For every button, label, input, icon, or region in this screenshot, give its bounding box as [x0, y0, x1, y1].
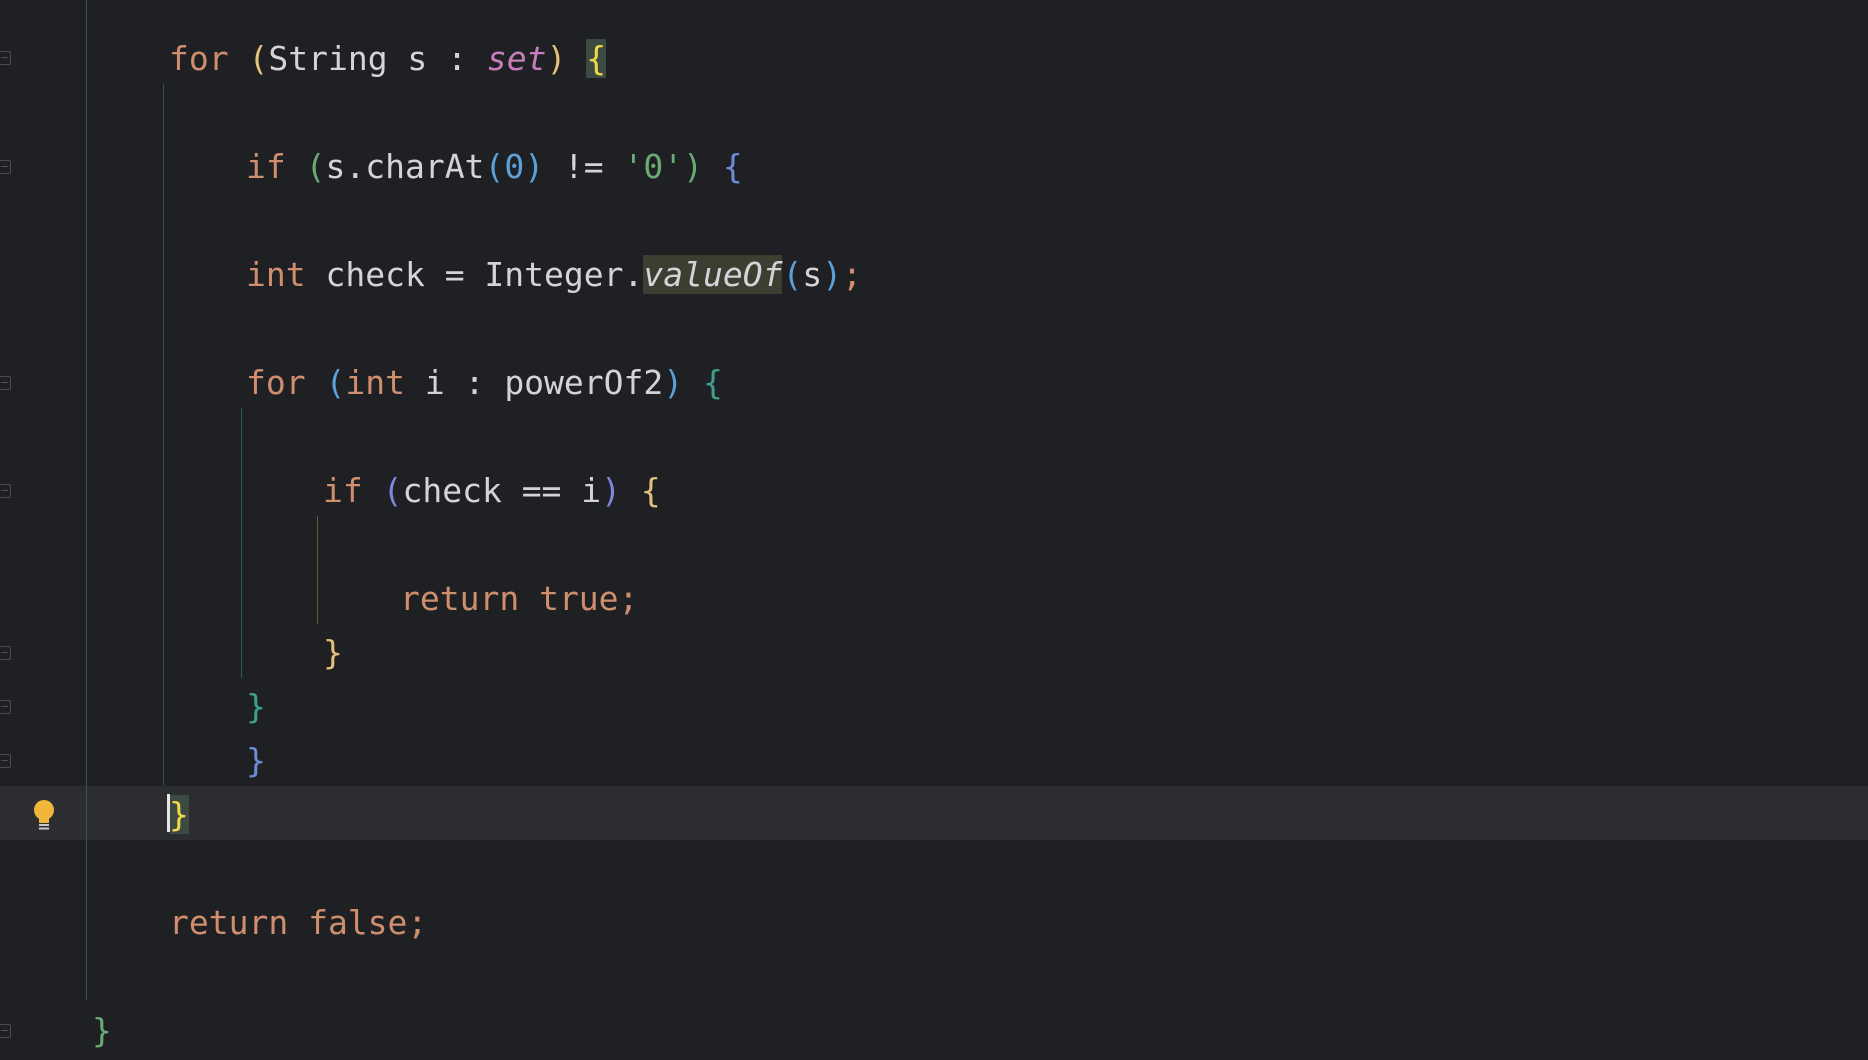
code-token: return true;: [400, 579, 639, 618]
code-token: ): [546, 39, 567, 78]
code-token: (: [782, 255, 803, 294]
code-token: (: [382, 471, 403, 510]
code-token: }: [169, 795, 189, 834]
code-line[interactable]: return false;: [169, 896, 427, 950]
fold-marker-icon[interactable]: [0, 1024, 11, 1038]
code-line[interactable]: }: [169, 788, 189, 842]
code-token: ): [663, 363, 684, 402]
indent-guide: [163, 84, 164, 786]
code-token: check == i: [402, 471, 602, 510]
code-token: {: [703, 363, 723, 402]
fold-marker-icon[interactable]: [0, 700, 11, 714]
code-editor[interactable]: for (String s : set) { if (s.charAt(0) !…: [0, 0, 1868, 1060]
code-token: {: [722, 147, 743, 186]
fold-marker-icon[interactable]: [0, 646, 11, 660]
code-line[interactable]: for (String s : set) {: [169, 32, 607, 86]
code-line[interactable]: }: [246, 680, 266, 734]
indent-guide: [86, 0, 87, 1000]
code-token: s.charAt: [325, 147, 485, 186]
fold-marker-icon[interactable]: [0, 51, 11, 65]
code-token: for: [169, 39, 249, 78]
fold-marker-icon[interactable]: [0, 376, 11, 390]
code-token: ): [822, 255, 843, 294]
code-token: if: [246, 147, 306, 186]
code-token: 0: [504, 147, 525, 186]
code-token: (: [305, 147, 326, 186]
code-token: !=: [544, 147, 624, 186]
code-line[interactable]: }: [92, 1004, 112, 1058]
fold-gutter: [0, 0, 14, 1060]
code-token: set: [486, 39, 547, 78]
code-token: valueOf: [643, 255, 783, 294]
text-caret: [167, 794, 170, 832]
code-token: ): [683, 147, 704, 186]
code-line[interactable]: for (int i : powerOf2) {: [246, 356, 723, 410]
lightbulb-icon[interactable]: [31, 799, 57, 831]
code-line[interactable]: if (s.charAt(0) != '0') {: [246, 140, 743, 194]
code-token: i : powerOf2: [424, 363, 664, 402]
fold-marker-icon[interactable]: [0, 754, 11, 768]
code-token: return false;: [169, 903, 428, 942]
code-token: }: [92, 1011, 112, 1050]
code-token: }: [323, 633, 343, 672]
code-token: {: [586, 39, 607, 78]
code-token: for: [246, 363, 326, 402]
code-token: int: [246, 255, 326, 294]
code-token: {: [640, 471, 661, 510]
code-line[interactable]: int check = Integer.valueOf(s);: [246, 248, 862, 302]
current-line-highlight: [0, 786, 1868, 840]
code-token: ;: [842, 255, 862, 294]
code-token: String s :: [268, 39, 487, 78]
code-token: (: [484, 147, 505, 186]
code-token: ): [601, 471, 622, 510]
code-token: s: [802, 255, 823, 294]
code-token: }: [246, 687, 266, 726]
indent-guide: [241, 408, 242, 678]
code-token: (: [248, 39, 269, 78]
code-line[interactable]: if (check == i) {: [323, 464, 661, 518]
fold-marker-icon[interactable]: [0, 160, 11, 174]
code-line[interactable]: }: [246, 734, 266, 788]
code-token: int: [345, 363, 425, 402]
code-token: }: [246, 741, 266, 780]
code-token: '0': [623, 147, 684, 186]
indent-guide: [317, 516, 318, 624]
code-line[interactable]: return true;: [400, 572, 638, 626]
fold-marker-icon[interactable]: [0, 484, 11, 498]
code-token: (: [325, 363, 346, 402]
code-token: if: [323, 471, 383, 510]
code-token: check = Integer.: [325, 255, 644, 294]
code-line[interactable]: }: [323, 626, 343, 680]
code-token: ): [524, 147, 545, 186]
